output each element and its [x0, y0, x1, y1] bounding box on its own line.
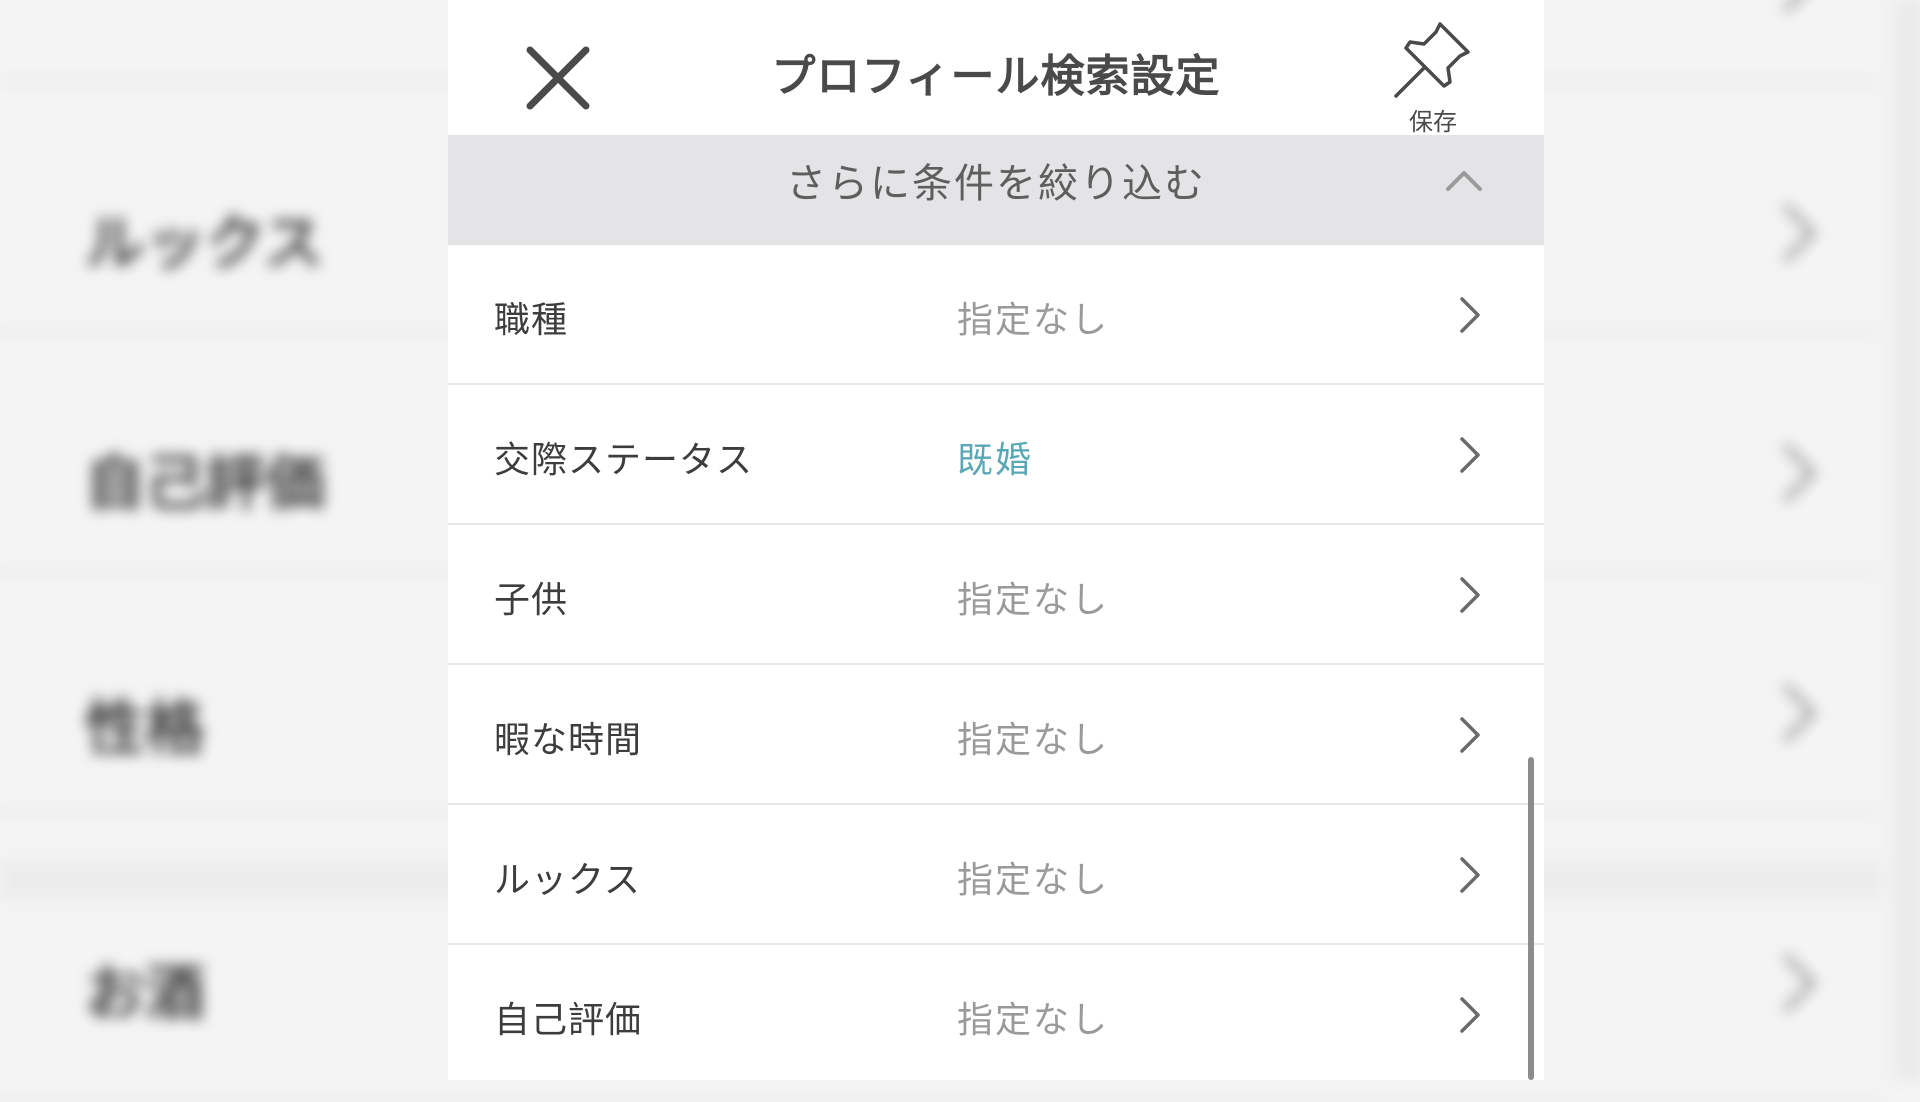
- chevron-right-icon: [1757, 953, 1817, 1013]
- row-label: 子供: [494, 580, 569, 621]
- row-label: 暇な時間: [494, 720, 643, 761]
- filter-list: 職種 指定なし 交際ステータス 既婚 子供 指定なし 暇な時間 指定なし ルック…: [448, 245, 1544, 1080]
- background-label: 性格: [85, 694, 205, 764]
- chevron-right-icon: [1460, 437, 1480, 473]
- chevron-right-icon: [1757, 683, 1817, 743]
- background-edge: [1880, 0, 1920, 1080]
- background-label: お酒: [85, 959, 205, 1029]
- pin-icon: [1394, 22, 1470, 98]
- chevron-right-icon: [1460, 857, 1480, 893]
- save-label: 保存: [1409, 108, 1457, 136]
- row-value: 指定なし: [957, 860, 1110, 901]
- filter-row-self-rating[interactable]: 自己評価 指定なし: [448, 945, 1544, 1080]
- chevron-right-icon: [1460, 997, 1480, 1033]
- row-value: 指定なし: [957, 1000, 1110, 1041]
- chevron-right-icon: [1757, 443, 1817, 503]
- chevron-right-icon: [1757, 0, 1817, 13]
- row-value: 既婚: [957, 440, 1034, 481]
- background-label: 自己評価: [85, 449, 325, 519]
- row-label: 自己評価: [494, 1000, 643, 1041]
- chevron-right-icon: [1460, 297, 1480, 333]
- modal-header: プロフィール検索設定 保存: [448, 0, 1544, 136]
- row-label: 交際ステータス: [494, 440, 754, 481]
- filter-row-relationship-status[interactable]: 交際ステータス 既婚: [448, 385, 1544, 525]
- save-button[interactable]: 保存: [1388, 14, 1478, 136]
- row-value: 指定なし: [957, 720, 1110, 761]
- chevron-right-icon: [1757, 203, 1817, 263]
- search-settings-modal: プロフィール検索設定 保存 さらに条件を絞り込む 職種 指定なし 交際ステータス…: [448, 0, 1544, 1080]
- chevron-up-icon: [1446, 171, 1482, 191]
- filter-row-free-time[interactable]: 暇な時間 指定なし: [448, 665, 1544, 805]
- narrow-down-toggle[interactable]: さらに条件を絞り込む: [448, 135, 1544, 247]
- filter-row-occupation[interactable]: 職種 指定なし: [448, 245, 1544, 385]
- row-value: 指定なし: [957, 300, 1110, 341]
- row-value: 指定なし: [957, 580, 1110, 621]
- filter-row-looks[interactable]: ルックス 指定なし: [448, 805, 1544, 945]
- row-label: 職種: [494, 300, 569, 341]
- section-title: さらに条件を絞り込む: [786, 161, 1206, 207]
- chevron-right-icon: [1460, 717, 1480, 753]
- row-label: ルックス: [494, 860, 641, 901]
- filter-row-children[interactable]: 子供 指定なし: [448, 525, 1544, 665]
- scrollbar[interactable]: [1528, 757, 1534, 1080]
- background-label: ルックス: [85, 209, 324, 279]
- page-title: プロフィール検索設定: [771, 51, 1221, 102]
- chevron-right-icon: [1460, 577, 1480, 613]
